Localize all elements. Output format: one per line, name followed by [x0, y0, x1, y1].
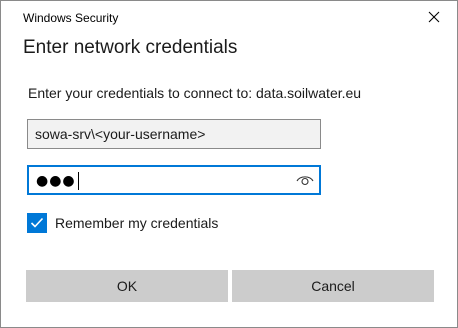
dialog-description: Enter your credentials to connect to: da…: [28, 85, 362, 101]
ok-button[interactable]: OK: [26, 270, 228, 302]
close-button[interactable]: [411, 1, 457, 33]
password-field-container[interactable]: ●●●: [27, 165, 321, 195]
eye-icon: [296, 176, 314, 186]
username-field-container: [27, 119, 321, 149]
window-title: Windows Security: [23, 11, 119, 25]
remember-credentials-checkbox[interactable]: Remember my credentials: [27, 212, 218, 234]
remember-credentials-label: Remember my credentials: [55, 215, 219, 231]
title-bar: Windows Security: [1, 1, 457, 33]
text-caret: [77, 172, 79, 190]
dialog-heading: Enter network credentials: [23, 37, 238, 58]
password-masked-value: ●●●: [36, 173, 76, 189]
reveal-password-button[interactable]: [295, 170, 315, 190]
checkbox-box[interactable]: [27, 213, 47, 233]
credentials-dialog: Windows Security Enter network credentia…: [0, 0, 458, 328]
password-input[interactable]: ●●●: [36, 172, 79, 190]
cancel-button[interactable]: Cancel: [232, 270, 434, 302]
username-input[interactable]: [28, 120, 320, 148]
checkmark-icon: [30, 217, 44, 228]
close-icon: [428, 11, 440, 23]
